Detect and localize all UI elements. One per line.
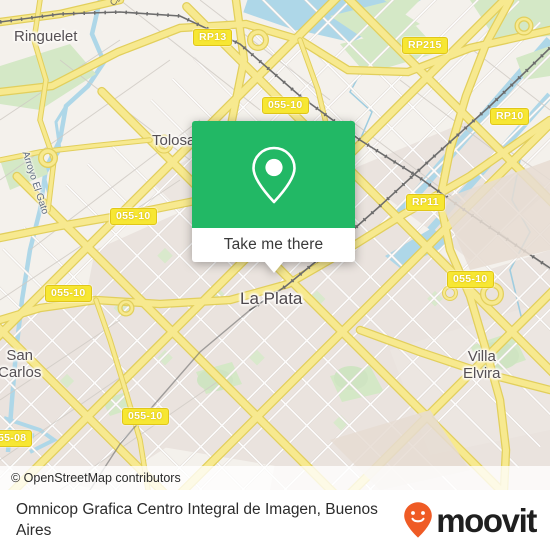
road-shield-55-08[interactable]: 55-08	[0, 430, 33, 447]
attribution-text: © OpenStreetMap contributors	[11, 471, 181, 485]
take-me-there-label: Take me there	[223, 236, 324, 253]
location-title: Omnicop Grafica Centro Integral de Image…	[16, 501, 378, 539]
road-shield-rp10[interactable]: RP10	[490, 108, 530, 125]
moovit-wordmark: moovit	[436, 501, 537, 539]
map-canvas[interactable]: .rd { stroke:#f7e98f; stroke-linecap:rou…	[0, 0, 550, 490]
map-attribution-bar: © OpenStreetMap contributors	[0, 466, 550, 490]
moovit-brand[interactable]: moovit	[403, 501, 537, 539]
bottom-bar: Omnicop Grafica Centro Integral de Image…	[0, 490, 550, 550]
road-shield-rp215[interactable]: RP215	[402, 37, 448, 54]
map-pin-icon	[251, 146, 296, 203]
map-page: .rd { stroke:#f7e98f; stroke-linecap:rou…	[0, 0, 550, 550]
place-label-la-plata: La Plata	[240, 289, 303, 308]
popup-header	[192, 121, 355, 228]
road-shield-055-10-east[interactable]: 055-10	[447, 271, 494, 288]
place-label-san-carlos: San Carlos	[0, 347, 42, 381]
road-shield-055-10-left[interactable]: 055-10	[45, 285, 92, 302]
road-shield-rp11[interactable]: RP11	[406, 194, 445, 211]
place-label-villa-elvira: Villa Elvira	[463, 348, 501, 382]
place-label-tolosa: Tolosa	[152, 132, 196, 149]
road-shield-rp13[interactable]: RP13	[193, 29, 233, 46]
road-shield-055-10-south[interactable]: 055-10	[122, 408, 169, 425]
take-me-there-popup[interactable]: Take me there	[192, 121, 355, 273]
road-shield-055-10-west[interactable]: 055-10	[110, 208, 157, 225]
popup-footer[interactable]: Take me there	[192, 228, 355, 262]
road-shield-055-10-north[interactable]: 055-10	[262, 97, 309, 114]
moovit-smiley-pin-icon	[404, 502, 433, 538]
place-label-ringuelet: Ringuelet	[14, 28, 78, 45]
popup-tail-pointer	[264, 261, 284, 273]
